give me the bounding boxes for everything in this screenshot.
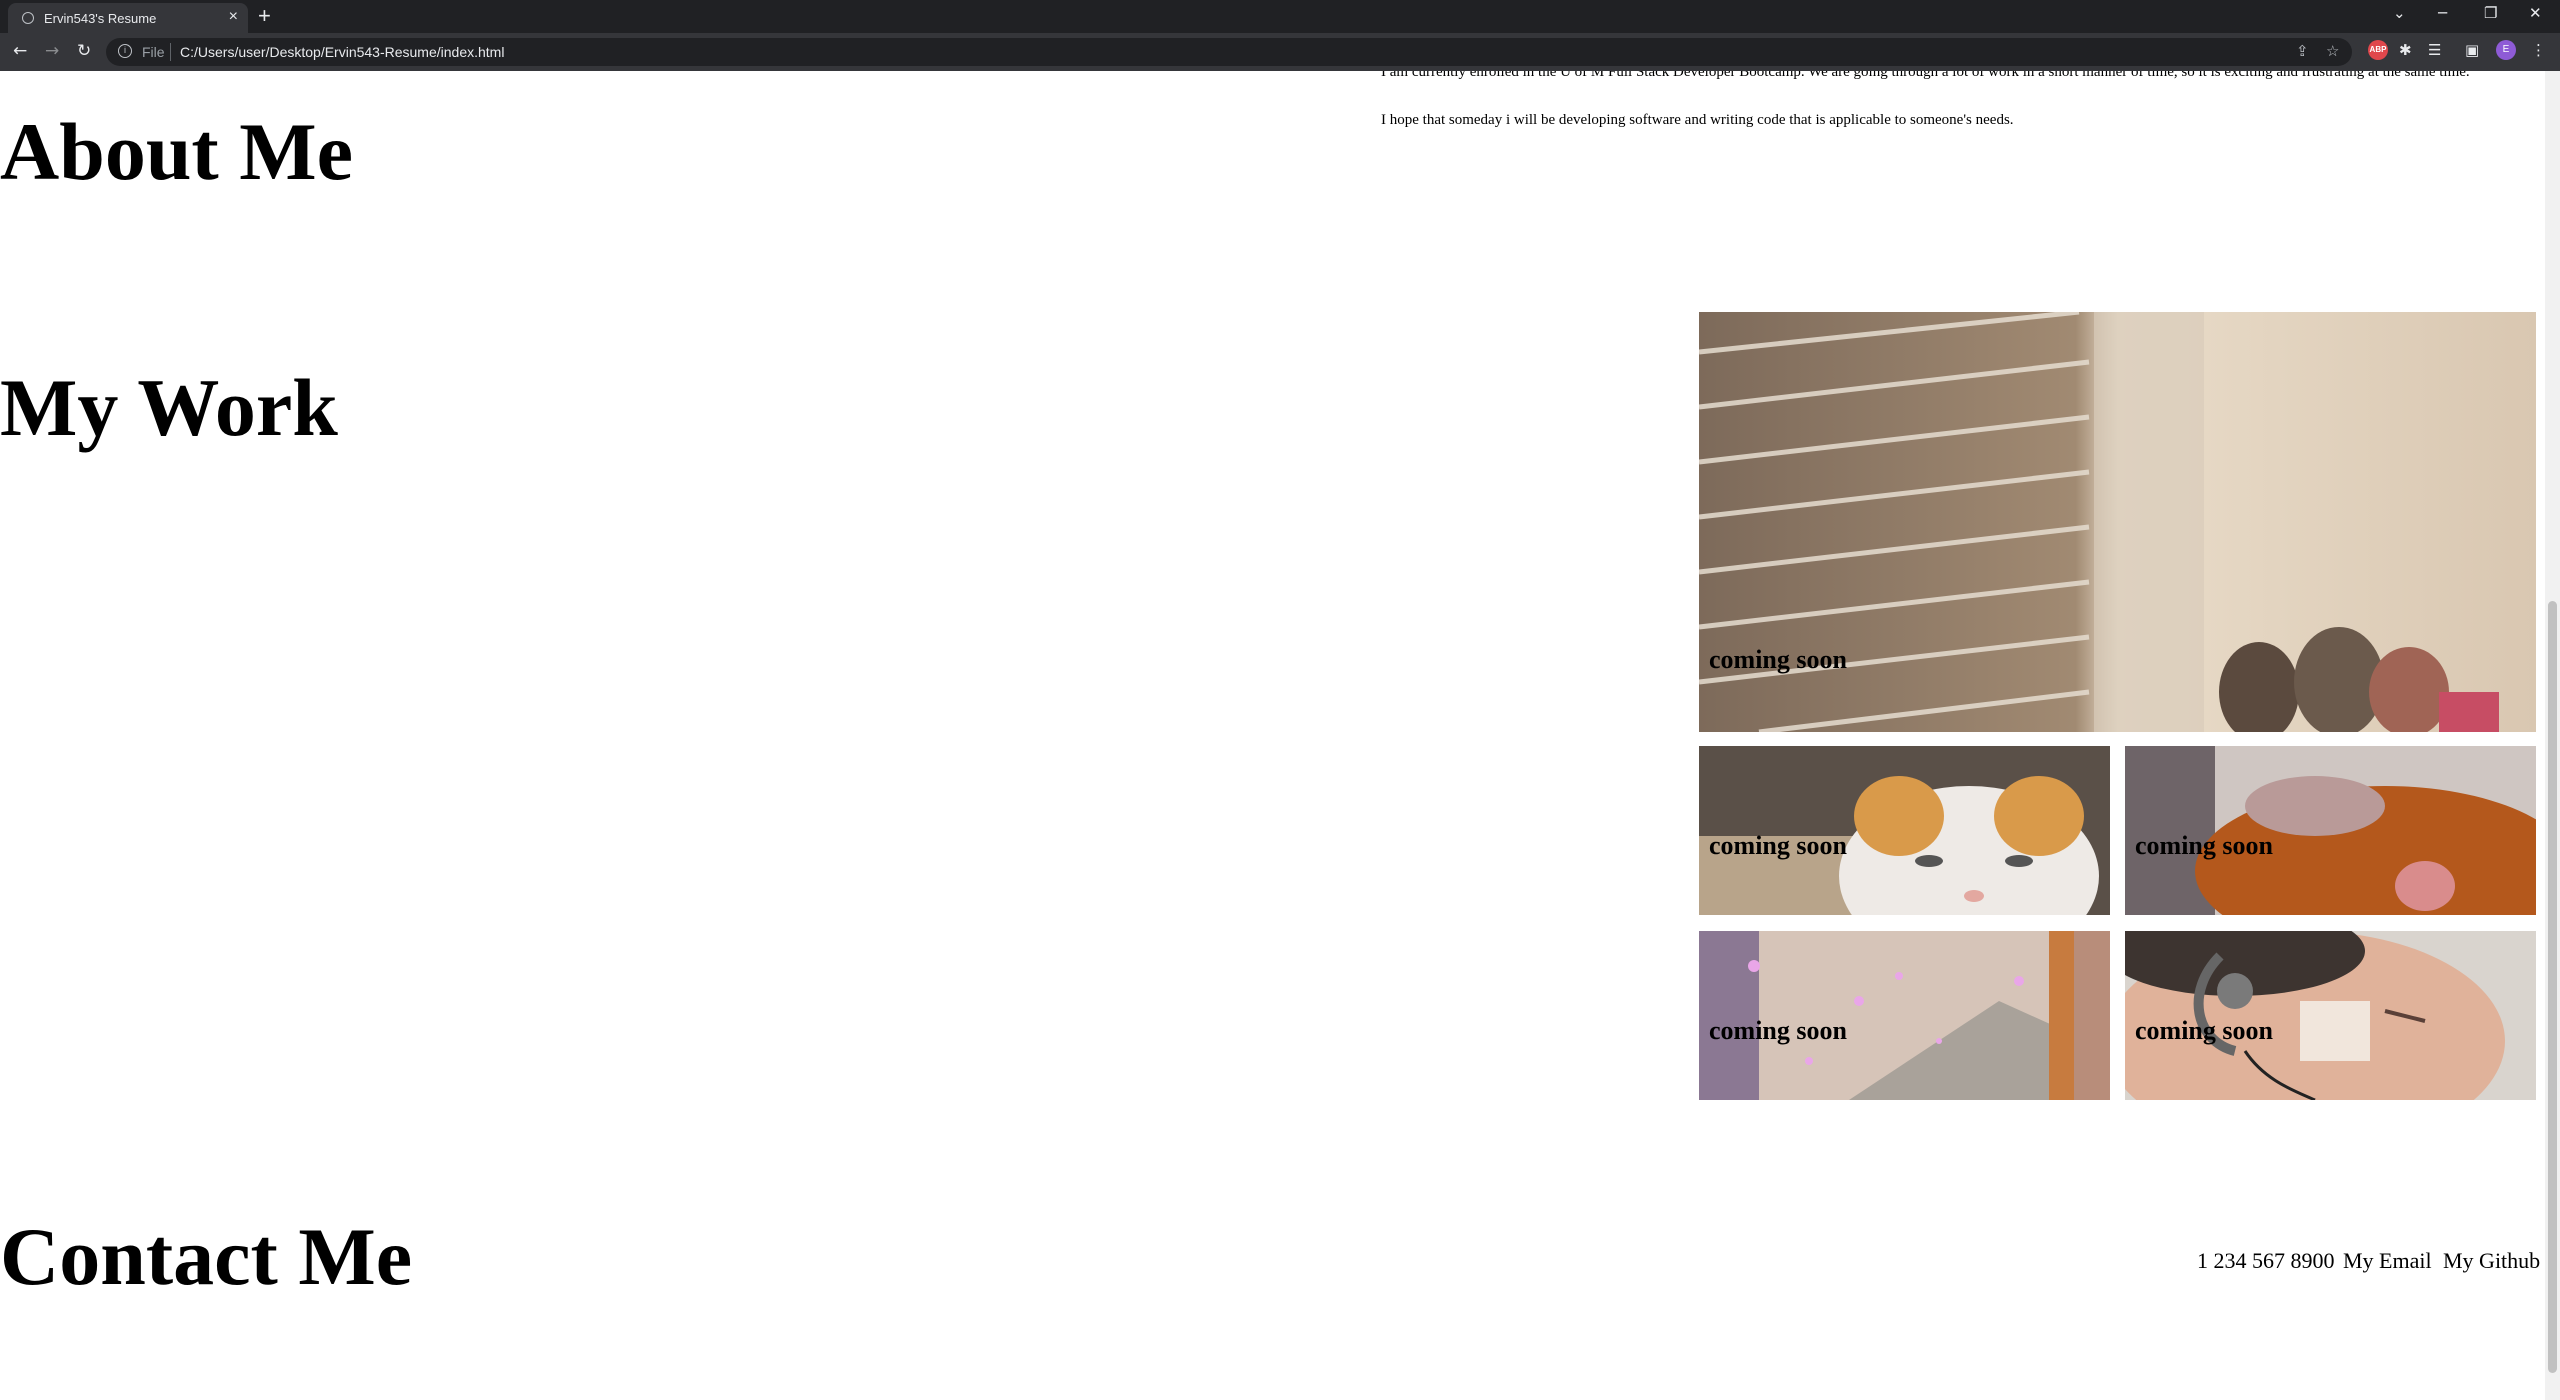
page-viewport: About Me I am currently enrolled in the … <box>0 71 2545 1400</box>
extensions-icon[interactable]: ✱ <box>2399 41 2412 59</box>
adblock-icon[interactable]: ABP <box>2368 40 2388 60</box>
url-text[interactable]: C:/Users/user/Desktop/Ervin543-Resume/in… <box>180 44 504 60</box>
close-window-icon[interactable]: ✕ <box>2529 4 2542 22</box>
minimize-icon[interactable]: ─ <box>2438 4 2447 22</box>
project-caption: coming soon <box>2135 831 2273 860</box>
page-favicon-icon <box>22 12 34 24</box>
profile-avatar[interactable]: E <box>2496 40 2516 60</box>
phone-link[interactable]: 1 234 567 8900 <box>2197 1248 2335 1274</box>
browser-tab[interactable]: Ervin543's Resume × <box>8 3 248 33</box>
close-tab-icon[interactable]: × <box>229 8 238 26</box>
back-icon[interactable]: ← <box>13 41 27 61</box>
forward-icon[interactable]: → <box>45 41 59 61</box>
email-link[interactable]: My Email <box>2343 1248 2432 1274</box>
reload-icon[interactable]: ↻ <box>77 41 91 61</box>
menu-icon[interactable]: ⋮ <box>2531 41 2546 59</box>
tab-search-icon[interactable]: ⌄ <box>2393 4 2406 22</box>
restore-icon[interactable]: ❐ <box>2484 4 2497 22</box>
project-caption: coming soon <box>2135 1016 2273 1045</box>
work-heading: My Work <box>0 362 338 453</box>
address-bar[interactable]: i File C:/Users/user/Desktop/Ervin543-Re… <box>106 38 2352 66</box>
scrollbar-thumb[interactable] <box>2548 601 2557 1373</box>
reading-list-icon[interactable]: ☰ <box>2428 41 2441 59</box>
contact-heading: Contact Me <box>0 1211 413 1302</box>
project-card[interactable]: coming soon <box>2125 746 2536 915</box>
project-caption: coming soon <box>1709 1016 1847 1045</box>
share-icon[interactable]: ⇪ <box>2296 42 2309 60</box>
tab-title: Ervin543's Resume <box>44 11 157 26</box>
github-link[interactable]: My Github <box>2443 1248 2540 1274</box>
new-tab-button[interactable]: + <box>258 4 271 28</box>
project-card[interactable]: coming soon <box>1699 746 2110 915</box>
bookmark-star-icon[interactable]: ☆ <box>2326 42 2339 60</box>
url-scheme: File <box>142 44 165 60</box>
about-paragraph-2: I hope that someday i will be developing… <box>1381 112 2014 128</box>
project-card[interactable]: coming soon <box>1699 931 2110 1100</box>
project-card[interactable]: coming soon <box>2125 931 2536 1100</box>
toolbar: ← → ↻ i File C:/Users/user/Desktop/Ervin… <box>0 33 2560 71</box>
project-caption: coming soon <box>1709 645 1847 674</box>
vertical-scrollbar[interactable] <box>2545 71 2560 1400</box>
tab-strip: Ervin543's Resume × + ⌄ ─ ❐ ✕ <box>0 0 2560 33</box>
about-heading: About Me <box>0 106 354 197</box>
divider <box>170 43 171 61</box>
project-caption: coming soon <box>1709 831 1847 860</box>
site-info-icon[interactable]: i <box>118 44 132 58</box>
about-paragraph-1: I am currently enrolled in the U of M Fu… <box>1381 71 2470 80</box>
project-card-featured[interactable]: coming soon <box>1699 312 2536 732</box>
side-panel-icon[interactable]: ▣ <box>2465 41 2479 59</box>
